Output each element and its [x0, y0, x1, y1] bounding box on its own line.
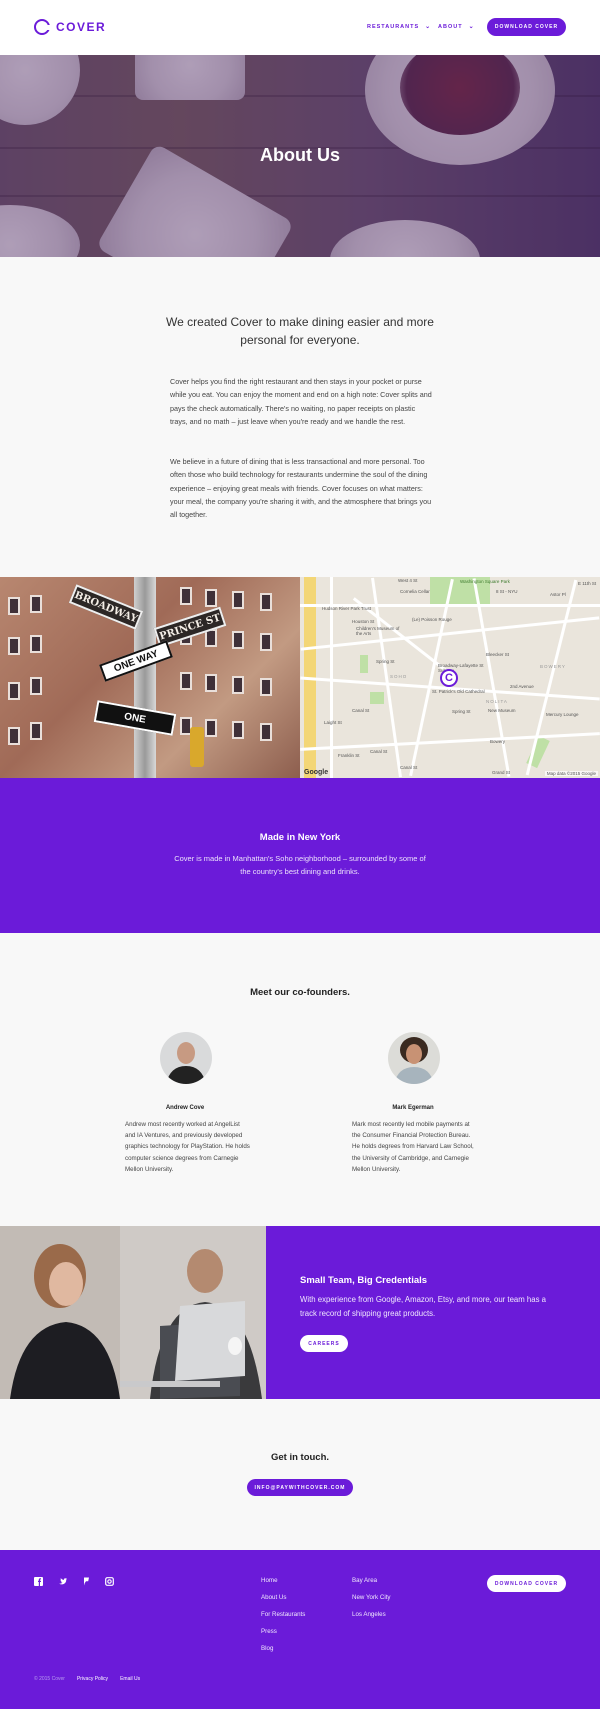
- site-footer: Home About Us For Restaurants Press Blog…: [0, 1550, 600, 1709]
- map-label: 8 St - NYU: [496, 589, 518, 594]
- nav-restaurants[interactable]: RESTAURANTS ⌄: [367, 23, 432, 31]
- map-label: Astor Pl: [550, 592, 566, 597]
- footer-links-cities: Bay Area New York City Los Angeles: [352, 1577, 391, 1619]
- footer-bottom: © 2015 Cover Privacy Policy Email Us: [34, 1676, 140, 1682]
- hero-banner: About Us: [0, 55, 600, 257]
- cofounder-name: Andrew Cove: [165, 1105, 205, 1111]
- map-label: E 11th St: [578, 581, 597, 586]
- map-label: Canal St: [400, 765, 418, 770]
- map-label: Spring St: [376, 659, 395, 664]
- map-label: Grand St: [492, 770, 511, 775]
- footer-download-button[interactable]: DOWNLOAD COVER: [487, 1575, 566, 1592]
- footer-link-home[interactable]: Home: [261, 1577, 305, 1585]
- section-text: With experience from Google, Amazon, Ets…: [300, 1295, 547, 1318]
- download-cover-button[interactable]: DOWNLOAD COVER: [487, 18, 566, 36]
- privacy-policy-link[interactable]: Privacy Policy: [77, 1676, 108, 1682]
- made-in-ny-section: Made in New York Cover is made in Manhat…: [0, 778, 600, 933]
- twitter-icon[interactable]: [58, 1577, 67, 1586]
- intro-paragraph: We believe in a future of dining that is…: [170, 457, 432, 520]
- map-label: Mercury Lounge: [546, 712, 579, 717]
- map-label: West 4 St: [398, 578, 418, 583]
- map-label: Bowery: [490, 739, 506, 744]
- cofounders-title: Meet our co-founders.: [250, 987, 350, 998]
- map-label: Laight St: [324, 720, 342, 725]
- section-title: Small Team, Big Credentials: [300, 1275, 428, 1286]
- street-sign-photo: BROADWAY PRINCE ST ONE WAY ONE: [0, 577, 300, 778]
- cofounder-bio: Mark most recently led mobile payments a…: [352, 1121, 474, 1173]
- map-credit[interactable]: Map data ©2015 Google: [544, 771, 598, 776]
- logo[interactable]: COVER: [34, 19, 106, 35]
- map-label: BOWERY: [540, 664, 566, 669]
- nav-about-label: ABOUT: [438, 23, 463, 30]
- map-label: Houston St: [352, 619, 375, 624]
- foursquare-icon[interactable]: [82, 1577, 91, 1586]
- map-pin-icon[interactable]: C: [440, 669, 458, 687]
- map-label: Spring St: [452, 709, 471, 714]
- avatar: [388, 1032, 440, 1084]
- cofounder-bio: Andrew most recently worked at AngelList…: [125, 1121, 250, 1173]
- footer-link-la[interactable]: Los Angeles: [352, 1611, 391, 1619]
- map-label: Bleecker St: [486, 652, 510, 657]
- map-label: SOHO: [390, 674, 408, 679]
- section-title: Made in New York: [259, 832, 341, 843]
- map-label: Cornelia Cellar: [400, 589, 430, 594]
- footer-link-nyc[interactable]: New York City: [352, 1594, 391, 1602]
- broadway-sign: BROADWAY: [68, 584, 144, 630]
- footer-link-about[interactable]: About Us: [261, 1594, 305, 1602]
- site-header: COVER RESTAURANTS ⌄ ABOUT ⌄ DOWNLOAD COV…: [0, 0, 600, 55]
- map-label: St. Patrick's Old Cathedral: [432, 689, 485, 694]
- cover-logo-icon: [34, 19, 51, 35]
- contact-title: Get in touch.: [270, 1452, 330, 1463]
- careers-button[interactable]: CAREERS: [300, 1335, 348, 1352]
- cofounder-name: Mark Egerman: [392, 1105, 434, 1111]
- section-text: Cover is made in Manhattan's Soho neighb…: [174, 854, 426, 876]
- map-label: Canal St: [370, 749, 388, 754]
- facebook-icon[interactable]: [34, 1577, 43, 1586]
- footer-link-blog[interactable]: Blog: [261, 1645, 305, 1653]
- logo-text: COVER: [56, 20, 107, 34]
- page-title: About Us: [260, 145, 340, 165]
- footer-link-restaurants[interactable]: For Restaurants: [261, 1611, 305, 1619]
- google-logo: Google: [304, 769, 329, 776]
- map-label: Washington Square Park: [460, 579, 510, 584]
- footer-link-press[interactable]: Press: [261, 1628, 305, 1636]
- footer-links-company: Home About Us For Restaurants Press Blog: [261, 1577, 305, 1653]
- nav-restaurants-label: RESTAURANTS: [367, 23, 420, 30]
- email-us-link[interactable]: Email Us: [120, 1676, 140, 1682]
- soho-map[interactable]: West 4 St Washington Square Park Corneli…: [300, 577, 600, 778]
- email-button[interactable]: INFO@PAYWITHCOVER.COM: [247, 1479, 353, 1496]
- chevron-down-icon: ⌄: [468, 24, 475, 30]
- copyright: © 2015 Cover: [34, 1676, 65, 1682]
- map-label: New Museum: [488, 708, 516, 713]
- avatar: [160, 1032, 212, 1084]
- map-label: Children's Museum of the Arts: [356, 626, 400, 636]
- intro-lead: We created Cover to make dining easier a…: [166, 315, 434, 347]
- map-label: (Le) Poisson Rouge: [412, 617, 452, 622]
- team-section: Small Team, Big Credentials With experie…: [266, 1226, 600, 1399]
- map-label: Franklin St: [338, 753, 360, 758]
- map-label: 2nd Avenue: [510, 684, 534, 689]
- map-label: Canal St: [352, 708, 370, 713]
- map-label: Hudson River Park Trust: [322, 606, 372, 611]
- intro-paragraph: Cover helps you find the right restauran…: [170, 377, 432, 426]
- team-photo: [0, 1226, 266, 1399]
- chevron-down-icon: ⌄: [425, 24, 432, 30]
- map-label: NOLITA: [486, 699, 508, 704]
- nav-about[interactable]: ABOUT ⌄: [438, 23, 475, 31]
- footer-link-bay-area[interactable]: Bay Area: [352, 1577, 391, 1585]
- instagram-icon[interactable]: [105, 1577, 114, 1586]
